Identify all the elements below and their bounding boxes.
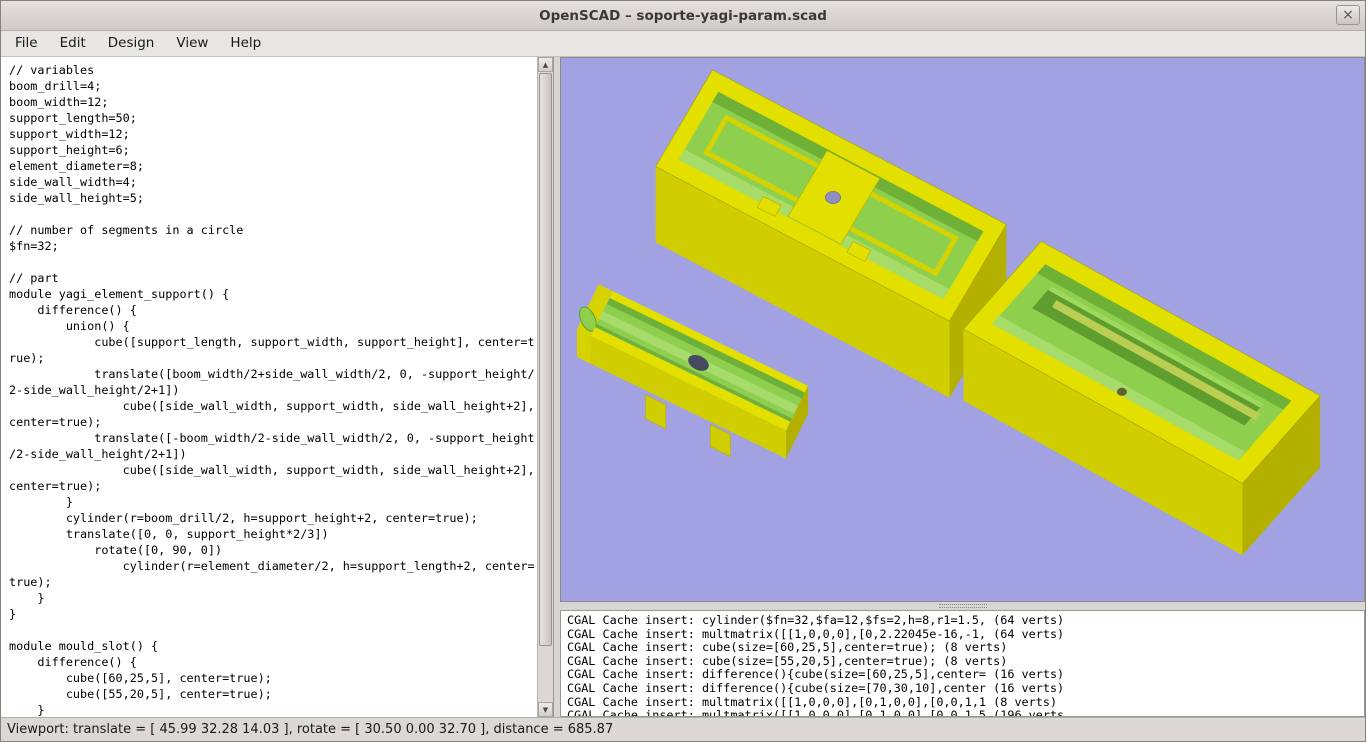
3d-viewport[interactable] bbox=[560, 57, 1365, 602]
console-log-line: CGAL Cache insert: multmatrix([[1,0,0,0]… bbox=[567, 694, 1058, 709]
code-line: cylinder(r=boom_drill/2, h=support_heigh… bbox=[9, 511, 478, 525]
code-line: center=true); bbox=[9, 415, 102, 429]
code-line: side_wall_width=4; bbox=[9, 175, 137, 189]
code-line: support_height=6; bbox=[9, 143, 130, 157]
code-line: difference() { bbox=[9, 303, 137, 317]
code-line: translate([0, 0, support_height*2/3]) bbox=[9, 527, 329, 541]
code-line: translate([boom_width/2+side_wall_width/… bbox=[9, 367, 535, 381]
code-line: rotate([0, 90, 0]) bbox=[9, 543, 223, 557]
code-line: true); bbox=[9, 575, 52, 589]
code-line: rue); bbox=[9, 351, 45, 365]
close-button[interactable]: × bbox=[1336, 5, 1360, 25]
code-line: } bbox=[9, 495, 73, 509]
console-log-line: CGAL Cache insert: multmatrix([[1,0,0,0]… bbox=[567, 708, 1065, 717]
right-column: CGAL Cache insert: cylinder($fn=32,$fa=1… bbox=[560, 57, 1365, 717]
code-line: difference() { bbox=[9, 655, 137, 669]
code-line: boom_width=12; bbox=[9, 95, 109, 109]
slot-drill-hole bbox=[1116, 387, 1127, 396]
code-editor-pane: // variables boom_drill=4; boom_width=12;s… bbox=[1, 57, 554, 717]
drill-hole bbox=[825, 191, 841, 204]
console-log-line: CGAL Cache insert: difference(){cube(siz… bbox=[567, 667, 1065, 682]
scrollbar-track[interactable] bbox=[538, 72, 553, 702]
code-line: center=true); bbox=[9, 479, 102, 493]
code-line: } bbox=[9, 591, 45, 605]
code-editor[interactable]: // variables boom_drill=4; boom_width=12;s… bbox=[1, 57, 537, 717]
code-line: cube([60,25,5], center=true); bbox=[9, 671, 272, 685]
menubar-item[interactable]: Help bbox=[219, 31, 272, 56]
main-content: // variables boom_drill=4; boom_width=12;s… bbox=[1, 57, 1365, 717]
openscad-window: OpenSCAD – soporte-yagi-param.scad × Fil… bbox=[0, 0, 1366, 742]
console-log-line: CGAL Cache insert: cube(size=[60,25,5],c… bbox=[567, 640, 1008, 655]
menubar-item[interactable]: Edit bbox=[49, 31, 97, 56]
code-line: support_length=50; bbox=[9, 111, 137, 125]
code-line: side_wall_height=5; bbox=[9, 191, 144, 205]
code-line: cube([side_wall_width, support_width, si… bbox=[9, 463, 535, 477]
console-log-line: CGAL Cache insert: cube(size=[55,20,5],c… bbox=[567, 653, 1008, 668]
menubar-item[interactable]: File bbox=[4, 31, 49, 56]
close-icon: × bbox=[1342, 7, 1354, 23]
code-line: element_diameter=8; bbox=[9, 159, 144, 173]
code-line: support_width=12; bbox=[9, 127, 130, 141]
console-log-line: CGAL Cache insert: cylinder($fn=32,$fa=1… bbox=[567, 613, 1065, 627]
code-line: } bbox=[9, 703, 45, 717]
console-log-line: CGAL Cache insert: multmatrix([[1,0,0,0]… bbox=[567, 626, 1065, 641]
menubar-item[interactable]: View bbox=[165, 31, 219, 56]
code-line: // number of segments in a circle bbox=[9, 223, 244, 237]
code-line: union() { bbox=[9, 319, 130, 333]
menu-bar: File Edit Design View Help bbox=[1, 31, 1365, 57]
scrollbar-thumb[interactable] bbox=[539, 73, 552, 647]
code-line: cube([side_wall_width, support_width, si… bbox=[9, 399, 535, 413]
code-line: cube([support_length, support_width, sup… bbox=[9, 335, 535, 349]
menubar-item[interactable]: Design bbox=[97, 31, 166, 56]
code-line: cube([55,20,5], center=true); bbox=[9, 687, 272, 701]
code-line: // variables bbox=[9, 63, 95, 77]
code-line: // part bbox=[9, 271, 59, 285]
scroll-up-arrow-icon[interactable]: ▲ bbox=[538, 57, 553, 72]
status-bar: Viewport: translate = [ 45.99 32.28 14.0… bbox=[1, 717, 1365, 741]
horizontal-splitter[interactable] bbox=[560, 602, 1365, 610]
code-line: translate([-boom_width/2-side_wall_width… bbox=[9, 431, 535, 445]
code-line: module mould_slot() { bbox=[9, 639, 159, 653]
console-pane[interactable]: CGAL Cache insert: cylinder($fn=32,$fa=1… bbox=[560, 610, 1365, 717]
editor-scrollbar[interactable]: ▲ ▼ bbox=[537, 57, 553, 717]
code-line: module yagi_element_support() { bbox=[9, 287, 230, 301]
code-line: boom_drill=4; bbox=[9, 79, 102, 93]
code-line: cylinder(r=element_diameter/2, h=support… bbox=[9, 559, 535, 573]
rendered-scene bbox=[561, 58, 1364, 601]
title-bar: OpenSCAD – soporte-yagi-param.scad × bbox=[1, 1, 1365, 31]
code-line: } bbox=[9, 607, 17, 621]
code-line: $fn=32; bbox=[9, 239, 59, 253]
scroll-down-arrow-icon[interactable]: ▼ bbox=[538, 702, 553, 717]
code-line: /2-side_wall_height/2+1]) bbox=[9, 447, 187, 461]
console-log-line: CGAL Cache insert: difference(){cube(siz… bbox=[567, 680, 1065, 695]
viewport-status-text: Viewport: translate = [ 45.99 32.28 14.0… bbox=[7, 722, 614, 737]
window-title: OpenSCAD – soporte-yagi-param.scad bbox=[539, 7, 827, 24]
code-line: 2-side_wall_height/2+1]) bbox=[9, 383, 180, 397]
splitter-handle-icon bbox=[938, 604, 987, 608]
